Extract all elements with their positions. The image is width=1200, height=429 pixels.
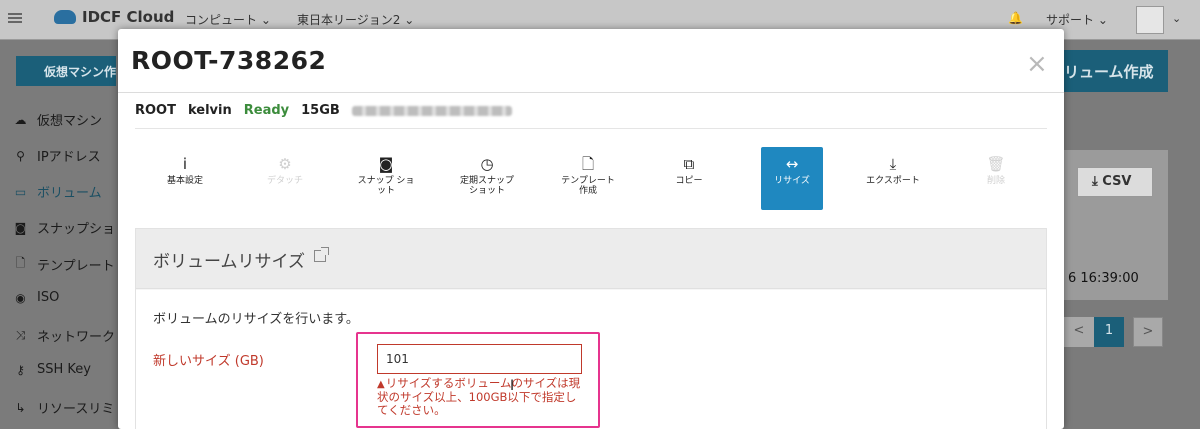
avatar[interactable]: [1136, 6, 1164, 34]
file-icon: 🗋: [15, 256, 26, 270]
info-icon: i: [182, 155, 188, 173]
volume-meta: ROOT kelvin Ready 15GB: [135, 103, 512, 118]
volume-owner: kelvin: [187, 103, 232, 118]
volume-size: 15GB: [301, 103, 340, 118]
tab-info[interactable]: i 基本設定: [154, 147, 216, 210]
pager-prev[interactable]: <: [1064, 317, 1094, 347]
tab-label: コピー: [675, 176, 703, 186]
external-link-icon[interactable]: [314, 247, 329, 262]
tab-label: 定期スナップ ショット: [459, 176, 514, 196]
sidebar-item[interactable]: ◙ スナップショ: [14, 218, 116, 238]
brand-logo[interactable]: IDCF Cloud: [54, 8, 174, 26]
sidebar-item-label: ボリューム: [37, 186, 102, 201]
camera-icon: ◙: [14, 220, 27, 235]
volume-modal: ROOT-738262 × ROOT kelvin Ready 15GB i 基本…: [118, 29, 1064, 429]
close-icon[interactable]: ×: [1026, 49, 1048, 79]
clock-icon: ◷: [480, 155, 494, 173]
sidebar-item-label: 仮想マシン: [37, 114, 103, 129]
avatar-chevron-icon[interactable]: ⌄: [1172, 12, 1181, 25]
camera-icon: ◙: [378, 155, 394, 173]
tab-resize[interactable]: ↔ リサイズ: [761, 147, 823, 210]
sidebar-item-label: テンプレート: [37, 259, 115, 274]
trash-icon: 🗑: [986, 155, 1006, 173]
volume-type: ROOT: [135, 103, 176, 118]
tab-camera[interactable]: ◙ スナップ ショット: [355, 147, 417, 210]
section-description: ボリュームのリサイズを行います。: [153, 312, 359, 327]
sidebar-item[interactable]: ↳ リソースリミ: [14, 398, 115, 418]
tab-label: エクスポート: [866, 176, 920, 186]
nav-compute-dropdown[interactable]: コンピュート ⌄: [185, 11, 271, 28]
tab-clock[interactable]: ◷ 定期スナップ ショット: [456, 147, 518, 210]
sidebar-item[interactable]: ⤨ ネットワーク: [14, 326, 115, 345]
sidebar-item[interactable]: ⚲ IPアドレス: [14, 146, 101, 166]
tab-label: 削除: [986, 176, 1005, 186]
tab-label: テンプレート 作成: [561, 176, 615, 196]
section-body: ボリュームのリサイズを行います。 新しいサイズ (GB) ▲リサイズするボリュー…: [136, 290, 1046, 429]
tab-label: デタッチ: [266, 176, 303, 186]
shuffle-icon: ⤨: [15, 328, 26, 342]
sitemap-icon: ⚲: [16, 148, 25, 163]
section-title: ボリュームリサイズ: [153, 252, 305, 272]
sidebar-item-label: スナップショ: [37, 222, 116, 237]
hdd-icon: ▭: [14, 184, 27, 199]
tab-gear: ⚙ デタッチ: [254, 147, 316, 210]
sidebar-item-label: SSH Key: [37, 362, 91, 377]
sidebar-item[interactable]: ◉ ISO: [14, 290, 59, 305]
key-icon: ⚷: [16, 362, 25, 377]
arrow-icon: ↳: [15, 400, 26, 415]
new-size-input[interactable]: [377, 344, 582, 374]
cloud-logo-icon: [54, 10, 76, 24]
tab-label: スナップ ショット: [357, 176, 415, 196]
pager-next[interactable]: >: [1133, 317, 1163, 347]
sidebar-item-label: リソースリミ: [37, 402, 115, 417]
tab-file[interactable]: 🗋 テンプレート 作成: [557, 147, 619, 210]
text-cursor-icon: I: [510, 378, 515, 394]
csv-label: CSV: [1102, 174, 1132, 189]
resize-section: ボリュームリサイズ ボリュームのリサイズを行います。 新しいサイズ (GB) ▲…: [135, 228, 1047, 429]
resize-icon: ↔: [785, 155, 799, 173]
tab-copy[interactable]: ⧉ コピー: [658, 147, 720, 210]
sidebar-item-label: ISO: [37, 290, 60, 305]
table-date-cell: 6 16:39:00: [1068, 271, 1139, 286]
redacted-text: [351, 105, 512, 116]
create-vm-button[interactable]: 仮想マシン作: [16, 56, 116, 86]
pager-current[interactable]: 1: [1094, 317, 1124, 347]
copy-icon: ⧉: [683, 155, 695, 173]
divider: [118, 92, 1064, 93]
sidebar-item-label: IPアドレス: [37, 150, 101, 165]
disc-icon: ◉: [15, 290, 26, 305]
sidebar-item[interactable]: 🗋 テンプレート: [14, 254, 115, 275]
tab-label: リサイズ: [774, 176, 810, 186]
new-size-label: 新しいサイズ (GB): [153, 354, 264, 369]
create-volume-button[interactable]: リューム作成: [1064, 50, 1168, 92]
error-text: リサイズするボリュームのサイズは現状のサイズ以上、100GB以下で指定してくださ…: [377, 376, 581, 417]
cloud-icon: ☁: [14, 112, 27, 127]
divider: [135, 128, 1047, 129]
file-icon: 🗋: [581, 155, 595, 173]
download-icon: ⤓: [889, 155, 897, 173]
status-badge: Ready: [243, 103, 290, 118]
modal-title: ROOT-738262: [131, 46, 327, 75]
section-header: ボリュームリサイズ: [136, 229, 1046, 289]
sidebar-item[interactable]: ⚷ SSH Key: [14, 362, 91, 377]
action-tabs: i 基本設定 ⚙ デタッチ ◙ スナップ ショット ◷ 定期スナップ ショット 🗋 テンプレート …: [118, 147, 1064, 211]
validation-error: ▲リサイズするボリュームのサイズは現状のサイズ以上、100GB以下で指定してくだ…: [377, 377, 587, 417]
gear-icon: ⚙: [278, 155, 292, 173]
tab-label: 基本設定: [166, 176, 203, 186]
sidebar-item[interactable]: ☁ 仮想マシン: [14, 110, 103, 130]
brand-name: IDCF Cloud: [82, 8, 175, 26]
tab-trash: 🗑 削除: [965, 147, 1027, 210]
sidebar-item[interactable]: ▭ ボリューム: [14, 182, 102, 202]
sidebar-item-label: ネットワーク: [37, 330, 116, 345]
nav-region-dropdown[interactable]: 東日本リージョン2 ⌄: [297, 11, 414, 28]
csv-export-button[interactable]: ⤓ CSV: [1077, 167, 1153, 197]
tab-download[interactable]: ⤓ エクスポート: [862, 147, 924, 210]
bell-icon[interactable]: 🔔: [1008, 11, 1023, 25]
hamburger-menu-icon[interactable]: [8, 13, 22, 23]
support-dropdown[interactable]: サポート ⌄: [1046, 11, 1108, 28]
